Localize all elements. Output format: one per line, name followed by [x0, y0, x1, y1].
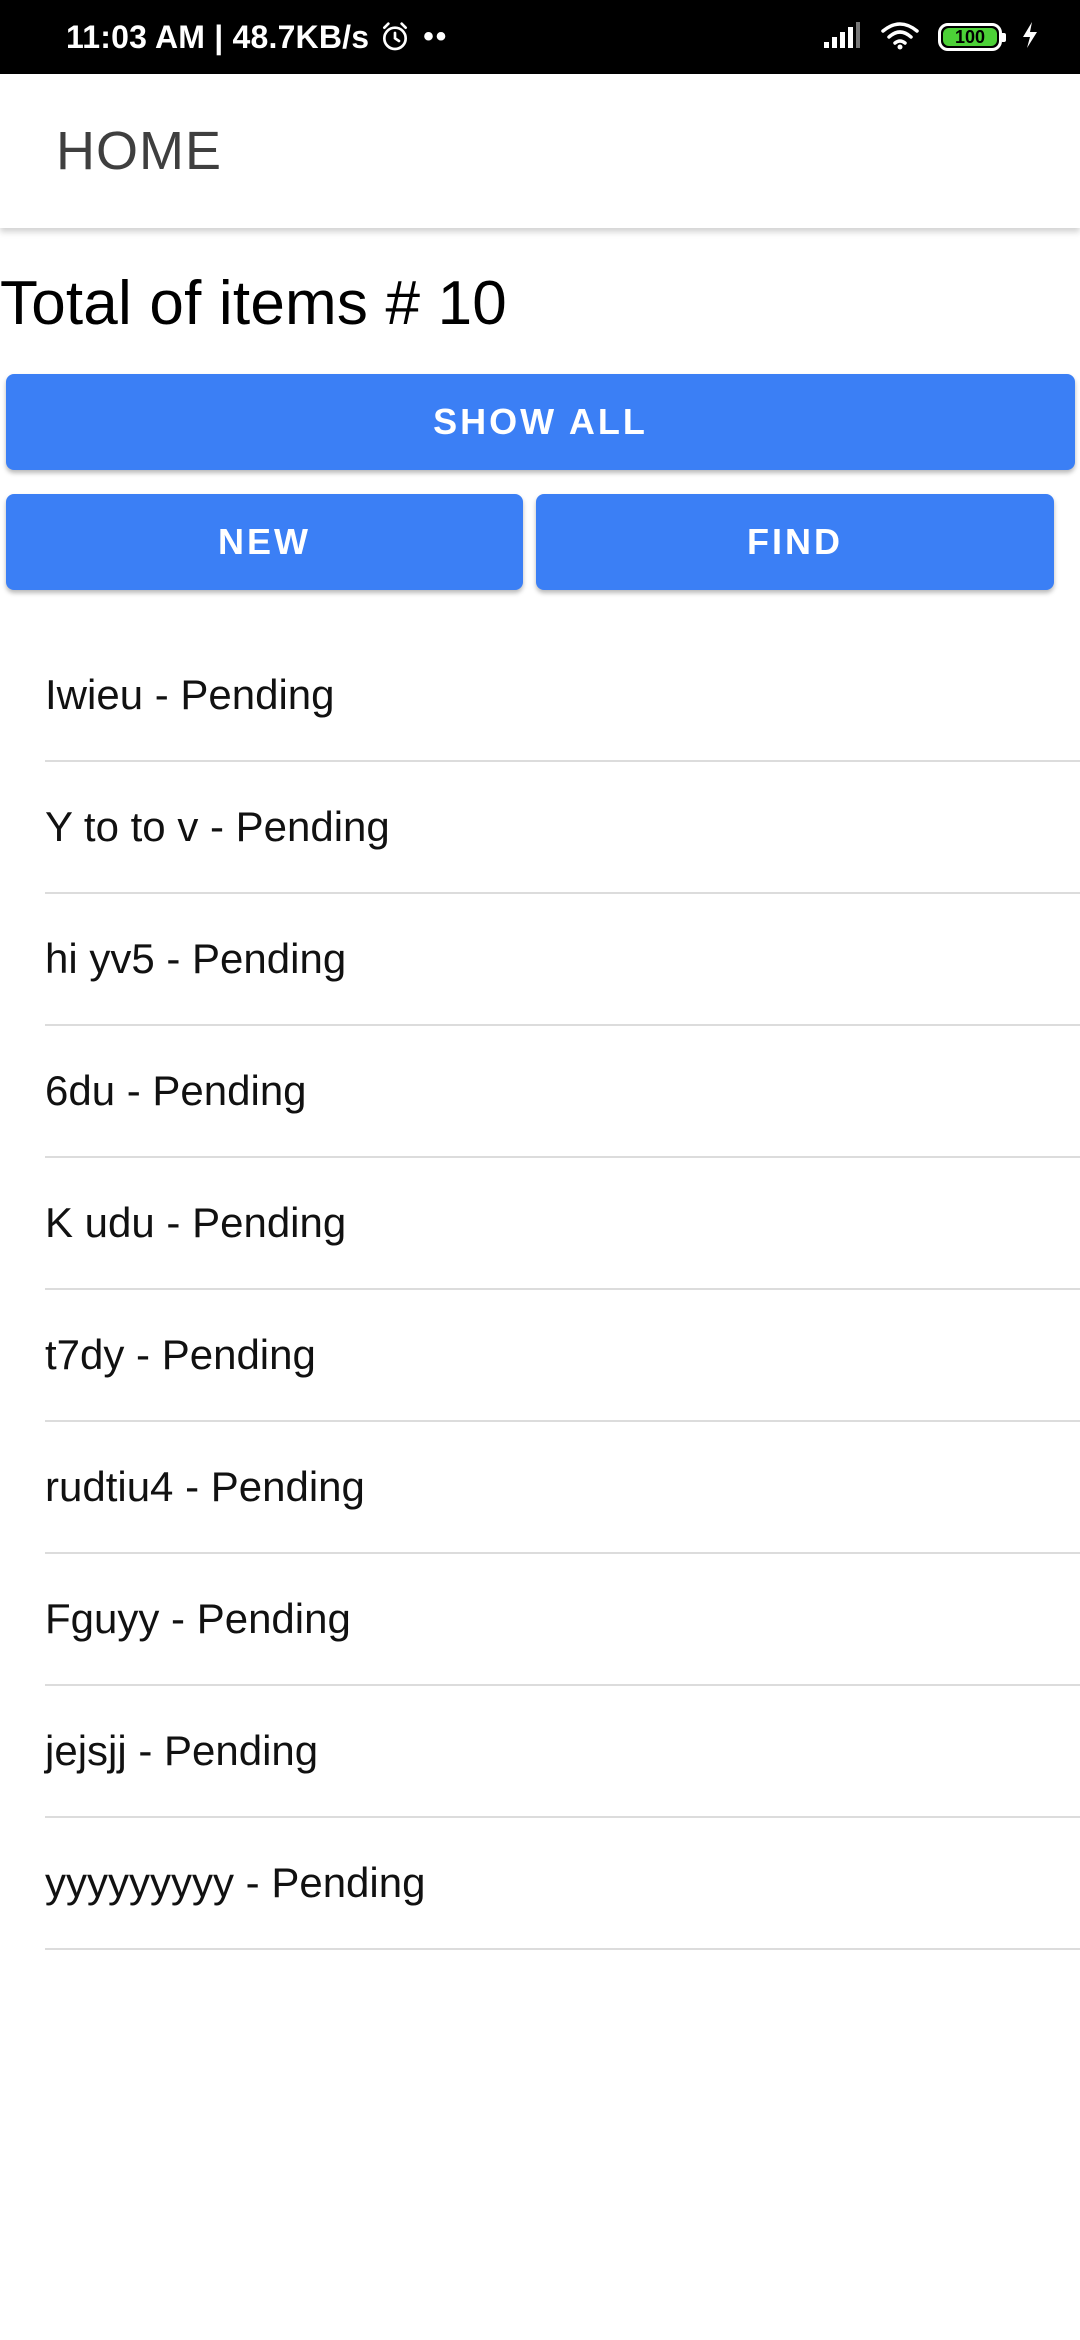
- list-item[interactable]: Iwieu - Pending: [45, 630, 1080, 762]
- list-item[interactable]: Y to to v - Pending: [45, 762, 1080, 894]
- status-right: 100: [822, 20, 1040, 55]
- find-button[interactable]: FIND: [536, 494, 1054, 590]
- list-item[interactable]: t7dy - Pending: [45, 1290, 1080, 1422]
- battery-level: 100: [954, 26, 986, 47]
- list-item[interactable]: rudtiu4 - Pending: [45, 1422, 1080, 1554]
- app-bar: HOME: [0, 74, 1080, 228]
- list-item[interactable]: 6du - Pending: [45, 1026, 1080, 1158]
- status-left: 11:03 AM | 48.7KB/s ••: [66, 19, 448, 56]
- list-item[interactable]: hi yv5 - Pending: [45, 894, 1080, 1026]
- new-button[interactable]: NEW: [6, 494, 523, 590]
- alarm-icon: [379, 21, 411, 53]
- total-items-heading: Total of items # 10: [0, 269, 507, 338]
- charging-icon: [1020, 20, 1040, 55]
- list-item[interactable]: jejsjj - Pending: [45, 1686, 1080, 1818]
- page-title: HOME: [56, 121, 222, 181]
- wifi-icon: [880, 20, 920, 55]
- battery-icon: 100: [938, 23, 1006, 51]
- items-list: Iwieu - Pending Y to to v - Pending hi y…: [0, 630, 1080, 1950]
- list-item[interactable]: K udu - Pending: [45, 1158, 1080, 1290]
- status-time-speed: 11:03 AM | 48.7KB/s: [66, 18, 370, 55]
- status-bar: 11:03 AM | 48.7KB/s •• 100: [0, 0, 1080, 74]
- list-item[interactable]: Fguyy - Pending: [45, 1554, 1080, 1686]
- notification-dots: ••: [423, 20, 449, 53]
- show-all-button[interactable]: SHOW ALL: [6, 374, 1075, 470]
- list-item[interactable]: yyyyyyyyy - Pending: [45, 1818, 1080, 1950]
- signal-icon: [822, 20, 862, 55]
